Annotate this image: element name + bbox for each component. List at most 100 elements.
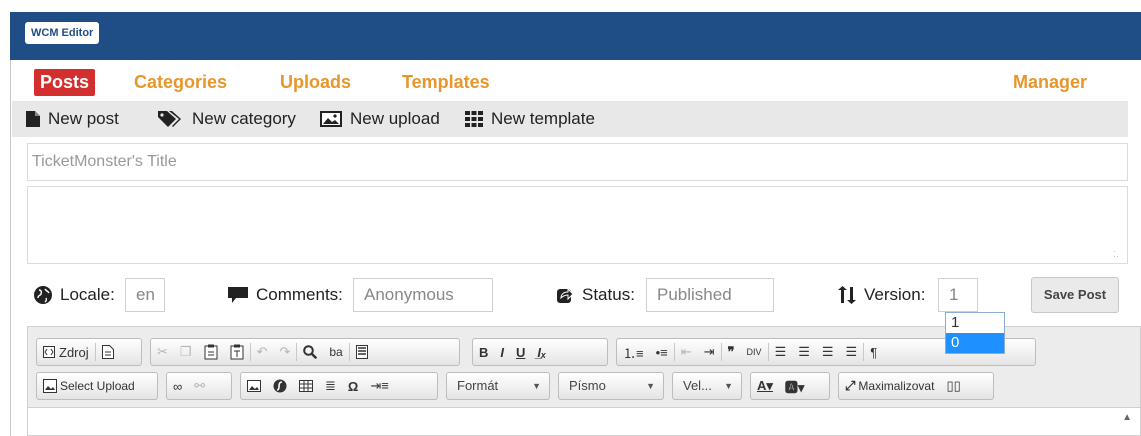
format-label: Formát [457,378,499,393]
replace-button[interactable]: b͏a [323,339,348,365]
align-right-button[interactable]: ☰ [816,339,840,365]
title-input[interactable]: TicketMonster's Title [27,143,1128,181]
paste-button[interactable] [198,339,224,365]
table-button[interactable] [293,373,319,399]
italic-button[interactable]: I [494,339,510,365]
nav-posts[interactable]: Posts [34,69,96,96]
locale-label: Locale: [34,283,115,307]
version-select[interactable]: 1 [938,278,978,312]
locale-input[interactable]: en [125,278,165,312]
redo-button[interactable]: ↷ [273,339,296,365]
paste-text-button[interactable] [224,339,250,365]
status-input[interactable]: Published [646,278,774,312]
indent-button[interactable]: ⇥ [698,339,721,365]
search-icon [303,345,318,359]
link-group: ∞ ⚯ [166,372,232,400]
justify-icon: ☰ [845,344,858,359]
new-template-label: New template [491,109,595,128]
show-blocks-icon: ▯▯ [946,378,961,393]
cut-button[interactable]: ✂ [151,339,174,365]
show-blocks-button[interactable]: ▯▯ [940,373,966,399]
size-select[interactable]: Vel... ▼ [672,372,742,400]
scroll-up-icon[interactable]: ▲ [1122,412,1132,423]
copy-button[interactable]: ❐ [174,339,198,365]
nav-templates[interactable]: Templates [402,69,490,96]
quote-icon: ❞ [727,344,735,359]
summary-textarea[interactable]: · ·· [27,186,1128,264]
save-post-button[interactable]: Save Post [1031,277,1119,313]
select-upload-button[interactable]: Select Upload [37,373,141,399]
new-upload-button[interactable]: New upload [320,101,440,137]
file-icon [26,111,40,127]
justify-button[interactable]: ☰ [840,339,864,365]
color-group: A▾ 🅰▾ [750,372,830,400]
new-upload-label: New upload [350,109,440,128]
page-break-button[interactable]: ⇥≡ [364,373,394,399]
font-select[interactable]: Písmo ▼ [558,372,664,400]
maximize-button[interactable]: ⤢ Maximalizovat [839,373,940,399]
format-select[interactable]: Formát ▼ [446,372,550,400]
bold-icon: B [479,344,489,360]
bg-color-button[interactable]: 🅰▾ [779,373,811,399]
document-button[interactable] [96,339,120,365]
ltr-button[interactable]: ¶ [864,339,883,365]
find-button[interactable] [297,339,323,365]
new-post-button[interactable]: New post [26,101,119,137]
redo-icon: ↷ [279,344,291,359]
undo-button[interactable]: ↶ [251,339,274,365]
clipboard-group: ✂ ❐ ↶ ↷ b͏a [150,338,460,366]
div-button[interactable]: DIV [741,339,768,365]
resize-grip-icon[interactable]: · ·· [1113,247,1123,261]
version-option-0[interactable]: 0 [946,333,1004,353]
nav-uploads[interactable]: Uploads [280,69,351,96]
scissors-icon: ✂ [157,344,168,359]
horizontal-rule-button[interactable]: ≣ [319,373,342,399]
link-icon: ∞ [173,378,183,394]
bulleted-list-button[interactable]: •≡ [650,339,674,365]
special-char-button[interactable]: Ω [342,373,364,399]
version-dropdown: 1 0 [945,312,1005,354]
select-upload-label: Select Upload [60,379,135,393]
page-break-icon: ⇥≡ [370,378,389,393]
outdent-icon: ⇤ [680,344,692,359]
copy-icon: ❐ [179,344,192,359]
numbered-list-button[interactable]: ⒈≡ [617,339,650,365]
nav-categories[interactable]: Categories [134,69,227,96]
nav-manager[interactable]: Manager [1013,69,1087,96]
version-label-text: Version: [864,285,926,304]
version-label: Version: [838,283,925,307]
flash-icon [273,379,287,393]
image-button[interactable] [241,373,267,399]
comments-input[interactable]: Anonymous [353,278,493,312]
link-button[interactable]: ∞ [167,373,188,399]
chevron-down-icon: ▼ [532,381,541,391]
flash-button[interactable] [267,373,293,399]
font-label: Písmo [569,378,606,393]
replace-icon: b͏a [329,345,343,359]
blockquote-button[interactable]: ❞ [722,339,741,365]
bold-button[interactable]: B [473,339,494,365]
paste-text-icon [230,344,244,360]
source-button[interactable]: Zdroj [37,339,95,365]
version-option-1[interactable]: 1 [946,313,1004,333]
align-center-button[interactable]: ☰ [792,339,816,365]
indent-icon: ⇥ [703,344,715,359]
editor-content[interactable]: ▲ [27,408,1141,436]
underline-button[interactable]: U [510,339,531,365]
align-left-button[interactable]: ☰ [769,339,793,365]
text-color-button[interactable]: A▾ [751,373,779,399]
app-header [0,0,1141,60]
ltr-icon: ¶ [870,344,878,360]
status-label-text: Status: [582,285,635,304]
div-icon: DIV [746,347,762,357]
unlink-button[interactable]: ⚯ [188,373,211,399]
outdent-button[interactable]: ⇤ [675,339,698,365]
comment-icon [228,287,248,303]
new-category-button[interactable]: New category [158,101,296,137]
main-nav: Posts Categories Uploads Templates Manag… [12,63,1128,101]
size-label: Vel... [683,378,712,393]
select-all-button[interactable] [350,339,374,365]
new-template-button[interactable]: New template [465,101,595,137]
select-all-icon [355,345,368,359]
remove-format-button[interactable]: I̲ₓ [531,339,552,365]
